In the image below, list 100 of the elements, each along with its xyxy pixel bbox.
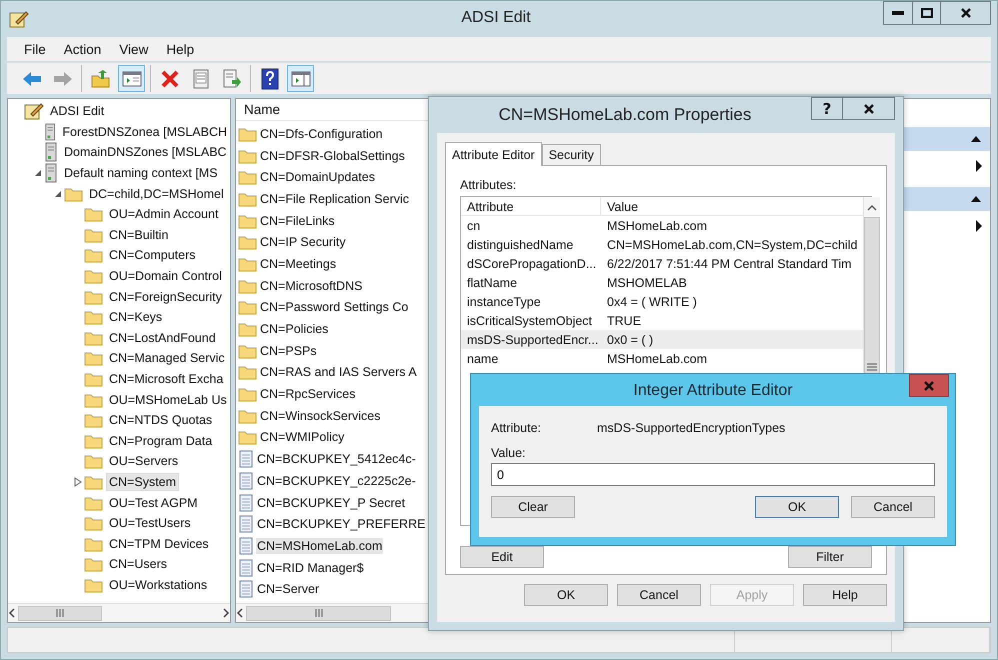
list-item[interactable]: CN=WMIPolicy bbox=[259, 429, 346, 446]
tree-item[interactable]: CN=Keys bbox=[106, 308, 166, 326]
list-item[interactable]: CN=MSHomeLab.com bbox=[256, 538, 384, 554]
tree-item[interactable]: OU=Test AGPM bbox=[106, 494, 201, 512]
list-item[interactable]: CN=File Replication Servic bbox=[259, 190, 410, 207]
help-button[interactable]: ? bbox=[811, 97, 843, 120]
expanded-triangle-icon[interactable] bbox=[34, 169, 42, 178]
tree-item[interactable]: CN=Microsoft Excha bbox=[106, 370, 226, 388]
dialog-button[interactable]: Clear bbox=[491, 496, 575, 518]
list-item[interactable]: CN=RID Manager$ bbox=[256, 560, 365, 576]
scroll-grip-icon bbox=[314, 609, 324, 617]
list-item[interactable]: CN=PSPs bbox=[259, 342, 318, 359]
scroll-left-icon[interactable] bbox=[8, 608, 16, 618]
table-row[interactable]: distinguishedName CN=MSHomeLab.com,CN=System,DC=child bbox=[461, 235, 864, 254]
table-cell-text: msDS-SupportedEncr... bbox=[466, 332, 600, 346]
list-item[interactable]: CN=Meetings bbox=[259, 256, 338, 272]
list-item[interactable]: CN=Dfs-Configuration bbox=[259, 126, 384, 142]
dialog-button[interactable]: Help bbox=[803, 584, 887, 606]
list-item[interactable]: CN=Server bbox=[256, 581, 320, 598]
tree-item[interactable]: CN=LostAndFound bbox=[106, 328, 219, 347]
tree-item[interactable]: CN=Computers bbox=[106, 246, 198, 264]
table-cell-text: TRUE bbox=[606, 314, 642, 328]
tree-item[interactable]: CN=Builtin bbox=[106, 226, 172, 244]
dialog-button[interactable]: OK bbox=[524, 584, 608, 606]
submenu-arrow-icon[interactable] bbox=[976, 220, 982, 232]
menu-item[interactable]: Help bbox=[157, 40, 204, 58]
dialog-button[interactable]: Cancel bbox=[617, 584, 701, 606]
tree-item[interactable]: CN=Users bbox=[106, 555, 170, 574]
value-field[interactable]: 0 bbox=[491, 463, 935, 486]
scroll-left-icon[interactable] bbox=[236, 608, 244, 618]
list-item[interactable]: CN=RAS and IAS Servers A bbox=[259, 364, 418, 380]
tree-item[interactable]: CN=NTDS Quotas bbox=[106, 411, 216, 430]
column-header[interactable]: Attribute bbox=[461, 197, 601, 215]
column-header[interactable]: Value bbox=[601, 197, 864, 215]
list-item[interactable]: CN=BCKUPKEY_P Secret bbox=[256, 494, 406, 511]
tree-item[interactable]: OU=Admin Account bbox=[106, 205, 222, 224]
list-item[interactable]: CN=Policies bbox=[259, 321, 330, 338]
maximize-button[interactable] bbox=[913, 1, 941, 25]
server-icon bbox=[44, 122, 56, 142]
tree-item[interactable]: OU=Servers bbox=[106, 452, 182, 470]
list-item[interactable]: CN=Password Settings Co bbox=[259, 299, 410, 316]
notepad-pencil-icon bbox=[24, 102, 44, 120]
list-item[interactable]: CN=DFSR-GlobalSettings bbox=[259, 148, 406, 164]
list-item[interactable]: CN=WinsockServices bbox=[259, 408, 382, 424]
table-row[interactable]: name MSHomeLab.com bbox=[461, 349, 864, 368]
tree-item[interactable]: OU=Domain Control bbox=[106, 267, 225, 286]
menu-item[interactable]: Action bbox=[54, 40, 110, 58]
list-item[interactable]: CN=RpcServices bbox=[259, 386, 357, 402]
list-item[interactable]: CN=BCKUPKEY_c2225c2e- bbox=[256, 472, 417, 489]
close-button[interactable] bbox=[941, 1, 991, 25]
table-row[interactable]: isCriticalSystemObject TRUE bbox=[461, 311, 864, 330]
list-item[interactable]: CN=IP Security bbox=[259, 234, 347, 250]
tree-item[interactable]: ADSI Edit bbox=[47, 102, 108, 120]
tree-item[interactable]: OU=MSHomeLab Us bbox=[106, 390, 230, 409]
tree-item[interactable]: CN=ForeignSecurity bbox=[106, 288, 225, 306]
table-row[interactable]: flatName MSHOMELAB bbox=[461, 273, 864, 292]
tree-item[interactable]: OU=Workstations bbox=[106, 576, 210, 594]
dialog-button[interactable]: OK bbox=[755, 496, 839, 518]
list-item[interactable]: CN=FileLinks bbox=[259, 212, 336, 229]
collapsed-triangle-icon[interactable] bbox=[74, 476, 82, 487]
table-row[interactable]: cn MSHomeLab.com bbox=[461, 216, 864, 235]
folder-icon bbox=[84, 536, 103, 552]
toolbar-button[interactable] bbox=[118, 65, 145, 92]
tree-item[interactable]: CN=Program Data bbox=[106, 432, 216, 450]
horizontal-scrollbar[interactable] bbox=[8, 603, 230, 622]
list-item[interactable]: CN=MicrosoftDNS bbox=[259, 278, 364, 294]
close-button[interactable] bbox=[843, 97, 895, 120]
tree-item[interactable]: Default naming context [MS bbox=[61, 164, 221, 182]
tab[interactable]: Attribute Editor bbox=[445, 142, 542, 166]
toolbar-button[interactable] bbox=[287, 65, 314, 92]
table-cell-text: 0x4 = ( WRITE ) bbox=[606, 294, 698, 308]
dialog-button[interactable]: Cancel bbox=[851, 496, 935, 518]
expanded-triangle-icon[interactable] bbox=[54, 190, 62, 198]
tree-item[interactable]: CN=Managed Servic bbox=[106, 349, 228, 368]
attributes-label: Attributes: bbox=[460, 178, 518, 192]
folder-icon bbox=[84, 515, 103, 532]
table-cell-text: distinguishedName bbox=[466, 238, 574, 252]
folder-icon bbox=[84, 330, 103, 346]
dialog-button[interactable]: Edit bbox=[460, 546, 544, 568]
table-row[interactable]: instanceType 0x4 = ( WRITE ) bbox=[461, 292, 864, 311]
list-item[interactable]: CN=BCKUPKEY_PREFERRE bbox=[256, 516, 426, 532]
minimize-button[interactable] bbox=[883, 1, 913, 25]
menu-item[interactable]: File bbox=[15, 40, 55, 58]
tree-item[interactable]: DomainDNSZones [MSLABC bbox=[61, 143, 230, 162]
tree-item[interactable]: DC=child,DC=MSHomel bbox=[86, 184, 227, 203]
tree-item[interactable]: CN=System bbox=[106, 472, 180, 491]
dialog-button[interactable]: Filter bbox=[788, 546, 872, 568]
menu-item[interactable]: View bbox=[110, 40, 158, 58]
tree-item[interactable]: OU=TestUsers bbox=[106, 514, 194, 532]
list-item[interactable]: CN=BCKUPKEY_5412ec4c- bbox=[256, 451, 417, 468]
table-row[interactable]: dSCorePropagationD... 6/22/2017 7:51:44 PM Central Standard Tim bbox=[461, 254, 864, 273]
tree-item[interactable]: CN=TPM Devices bbox=[106, 534, 212, 553]
list-item[interactable]: CN=DomainUpdates bbox=[259, 169, 376, 186]
dialog-title: CN=MSHomeLab.com Properties bbox=[498, 105, 752, 125]
tab[interactable]: Security bbox=[542, 144, 601, 165]
scroll-right-icon[interactable] bbox=[222, 608, 230, 618]
tree-item[interactable]: ForestDNSZonea [MSLABCH bbox=[59, 122, 230, 141]
folder-icon bbox=[84, 392, 103, 408]
submenu-arrow-icon[interactable] bbox=[976, 160, 982, 172]
table-row[interactable]: msDS-SupportedEncr... 0x0 = ( ) bbox=[461, 330, 864, 349]
